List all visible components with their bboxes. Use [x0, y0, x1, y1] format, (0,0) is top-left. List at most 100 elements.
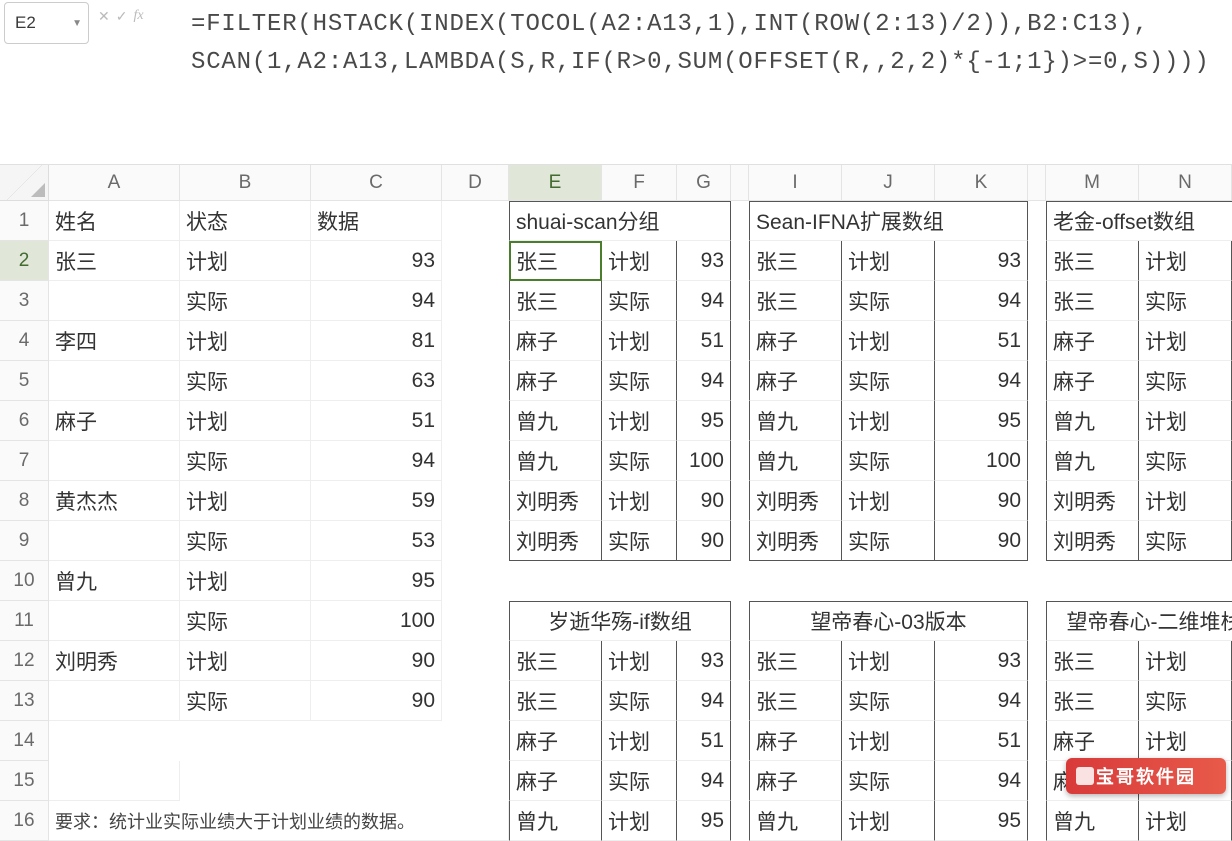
cell-F16[interactable]: 计划 [602, 801, 677, 841]
cell-J13[interactable]: 实际 [842, 681, 935, 721]
cell-B3[interactable]: 实际 [180, 281, 311, 321]
cell-I2[interactable]: 张三 [749, 241, 842, 281]
cell-B13[interactable]: 实际 [180, 681, 311, 721]
cell-I14[interactable]: 麻子 [749, 721, 842, 761]
cell-C2[interactable]: 93 [311, 241, 442, 281]
cell-A5[interactable] [49, 361, 180, 401]
cell-G2[interactable]: 93 [677, 241, 731, 281]
cell-E15[interactable]: 麻子 [509, 761, 602, 801]
cell-A13[interactable] [49, 681, 180, 721]
cell-C7[interactable]: 94 [311, 441, 442, 481]
cell-F15[interactable]: 实际 [602, 761, 677, 801]
cell-F4[interactable]: 计划 [602, 321, 677, 361]
cell-N2[interactable]: 计划 [1139, 241, 1232, 281]
cell-E13[interactable]: 张三 [509, 681, 602, 721]
cell-A15[interactable] [49, 761, 180, 801]
col-header-C[interactable]: C [311, 165, 442, 201]
cell-N5[interactable]: 实际 [1139, 361, 1232, 401]
cell-M6[interactable]: 曾九 [1046, 401, 1139, 441]
cell-I8[interactable]: 刘明秀 [749, 481, 842, 521]
col-header-N[interactable]: N [1139, 165, 1232, 201]
cell-G16[interactable]: 95 [677, 801, 731, 841]
cell-B1[interactable]: 状态 [180, 201, 311, 241]
cell-B5[interactable]: 实际 [180, 361, 311, 401]
cell-E1[interactable]: shuai-scan分组 [509, 201, 731, 241]
col-header-K[interactable]: K [935, 165, 1028, 201]
cell-N14[interactable]: 计划 [1139, 721, 1232, 761]
cell-N13[interactable]: 实际 [1139, 681, 1232, 721]
cell-G15[interactable]: 94 [677, 761, 731, 801]
cell-B8[interactable]: 计划 [180, 481, 311, 521]
cell-K4[interactable]: 51 [935, 321, 1028, 361]
cell-A11[interactable] [49, 601, 180, 641]
cell-A12[interactable]: 刘明秀 [49, 641, 180, 681]
cell-J16[interactable]: 计划 [842, 801, 935, 841]
row-header-3[interactable]: 3 [0, 281, 49, 321]
col-header-A[interactable]: A [49, 165, 180, 201]
col-header-J[interactable]: J [842, 165, 935, 201]
cell-B9[interactable]: 实际 [180, 521, 311, 561]
cell-I3[interactable]: 张三 [749, 281, 842, 321]
cell-K7[interactable]: 100 [935, 441, 1028, 481]
row-header-13[interactable]: 13 [0, 681, 49, 721]
name-box[interactable]: ▼ [4, 2, 89, 44]
cell-M3[interactable]: 张三 [1046, 281, 1139, 321]
cell-G5[interactable]: 94 [677, 361, 731, 401]
col-header-|[interactable] [731, 165, 749, 201]
cell-E14[interactable]: 麻子 [509, 721, 602, 761]
cell-B2[interactable]: 计划 [180, 241, 311, 281]
cell-N12[interactable]: 计划 [1139, 641, 1232, 681]
cell-M8[interactable]: 刘明秀 [1046, 481, 1139, 521]
cell-M2[interactable]: 张三 [1046, 241, 1139, 281]
cell-N9[interactable]: 实际 [1139, 521, 1232, 561]
cell-K16[interactable]: 95 [935, 801, 1028, 841]
cell-E9[interactable]: 刘明秀 [509, 521, 602, 561]
cell-C10[interactable]: 95 [311, 561, 442, 601]
cell-I9[interactable]: 刘明秀 [749, 521, 842, 561]
cell-M11[interactable]: 望帝春心-二维堆栈 [1046, 601, 1232, 641]
cell-F9[interactable]: 实际 [602, 521, 677, 561]
cell-N3[interactable]: 实际 [1139, 281, 1232, 321]
cell-M1[interactable]: 老金-offset数组 [1046, 201, 1232, 241]
cell-G9[interactable]: 90 [677, 521, 731, 561]
row-header-4[interactable]: 4 [0, 321, 49, 361]
cell-J6[interactable]: 计划 [842, 401, 935, 441]
cell-J14[interactable]: 计划 [842, 721, 935, 761]
cell-M4[interactable]: 麻子 [1046, 321, 1139, 361]
cell-E4[interactable]: 麻子 [509, 321, 602, 361]
cell-B11[interactable]: 实际 [180, 601, 311, 641]
cell-B4[interactable]: 计划 [180, 321, 311, 361]
accept-icon[interactable]: ✓ [116, 8, 128, 25]
cell-K12[interactable]: 93 [935, 641, 1028, 681]
cell-F14[interactable]: 计划 [602, 721, 677, 761]
cell-E8[interactable]: 刘明秀 [509, 481, 602, 521]
cell-A8[interactable]: 黄杰杰 [49, 481, 180, 521]
cell-M5[interactable]: 麻子 [1046, 361, 1139, 401]
row-header-8[interactable]: 8 [0, 481, 49, 521]
cell-G13[interactable]: 94 [677, 681, 731, 721]
cell-F13[interactable]: 实际 [602, 681, 677, 721]
cell-A3[interactable] [49, 281, 180, 321]
row-header-5[interactable]: 5 [0, 361, 49, 401]
row-header-9[interactable]: 9 [0, 521, 49, 561]
cell-J4[interactable]: 计划 [842, 321, 935, 361]
row-header-16[interactable]: 16 [0, 801, 49, 841]
cell-J7[interactable]: 实际 [842, 441, 935, 481]
cell-F6[interactable]: 计划 [602, 401, 677, 441]
cell-C13[interactable]: 90 [311, 681, 442, 721]
cell-B10[interactable]: 计划 [180, 561, 311, 601]
cell-E11[interactable]: 岁逝华殇-if数组 [509, 601, 731, 641]
cell-F7[interactable]: 实际 [602, 441, 677, 481]
cell-I11[interactable]: 望帝春心-03版本 [749, 601, 1028, 641]
cell-A10[interactable]: 曾九 [49, 561, 180, 601]
col-header-E[interactable]: E [509, 165, 602, 201]
col-header-M[interactable]: M [1046, 165, 1139, 201]
cell-K6[interactable]: 95 [935, 401, 1028, 441]
cell-C1[interactable]: 数据 [311, 201, 442, 241]
cell-G14[interactable]: 51 [677, 721, 731, 761]
cell-B6[interactable]: 计划 [180, 401, 311, 441]
cell-F12[interactable]: 计划 [602, 641, 677, 681]
cell-G12[interactable]: 93 [677, 641, 731, 681]
cell-K2[interactable]: 93 [935, 241, 1028, 281]
cell-I5[interactable]: 麻子 [749, 361, 842, 401]
